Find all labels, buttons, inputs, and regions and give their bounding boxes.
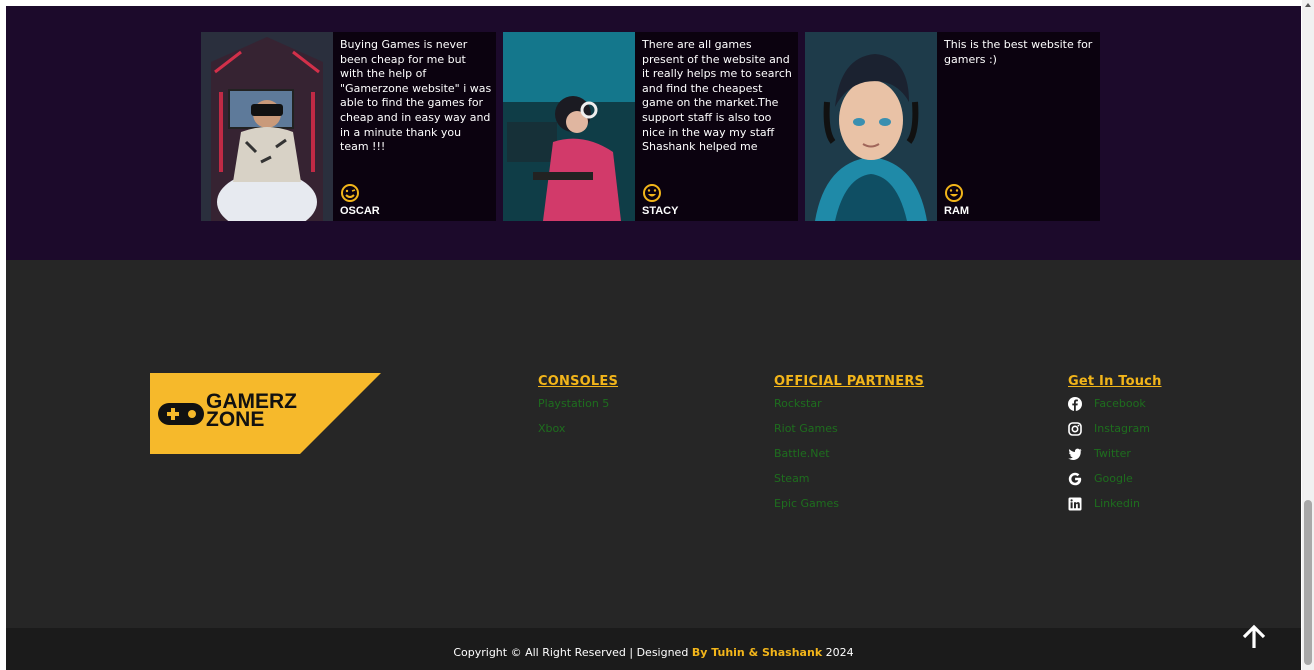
link-instagram[interactable]: Instagram: [1068, 421, 1162, 446]
smile-icon: [643, 184, 661, 202]
link-label: Linkedin: [1094, 497, 1140, 510]
copyright-text: Copyright © All Right Reserved | Designe…: [6, 646, 1301, 659]
linkedin-icon: [1068, 497, 1082, 511]
footer-contact-column: Get In Touch Facebook Instagram Twitter: [1068, 374, 1162, 521]
link-riot-games[interactable]: Riot Games: [774, 421, 924, 446]
smile-wink-icon: [341, 184, 359, 202]
link-google[interactable]: Google: [1068, 471, 1162, 496]
contact-heading: Get In Touch: [1068, 374, 1162, 389]
copyright-year: 2024: [822, 646, 854, 659]
testimonial-card-oscar: Buying Games is never been cheap for me …: [201, 32, 496, 221]
link-steam[interactable]: Steam: [774, 471, 924, 496]
link-twitter[interactable]: Twitter: [1068, 446, 1162, 471]
logo-line-2: ZONE: [206, 408, 265, 431]
link-epic-games[interactable]: Epic Games: [774, 496, 924, 521]
page: Buying Games is never been cheap for me …: [6, 6, 1301, 670]
designer-credit: By Tuhin & Shashank: [691, 646, 823, 659]
partners-heading: OFFICIAL PARTNERS: [774, 374, 925, 389]
link-facebook[interactable]: Facebook: [1068, 396, 1162, 421]
link-label: Google: [1094, 472, 1133, 485]
link-linkedin[interactable]: Linkedin: [1068, 496, 1162, 521]
testimonial-name: OSCAR: [340, 205, 380, 217]
testimonial-card-stacy: There are all games present of the websi…: [503, 32, 798, 221]
avatar-portrait-photo: [805, 32, 937, 221]
link-playstation-5[interactable]: Playstation 5: [538, 396, 618, 421]
gamerz-zone-logo[interactable]: GAMERZ ZONE: [150, 373, 381, 454]
facebook-icon: [1068, 397, 1082, 411]
link-rockstar[interactable]: Rockstar: [774, 396, 924, 421]
gamepad-icon: [158, 403, 204, 425]
scroll-to-top-icon[interactable]: [1239, 622, 1269, 652]
copyright-bar: Copyright © All Right Reserved | Designe…: [6, 628, 1301, 670]
scrollbar-thumb[interactable]: [1304, 500, 1312, 665]
vr-gamer-photo: [201, 32, 333, 221]
testimonial-quote: There are all games present of the websi…: [642, 38, 792, 154]
google-icon: [1068, 472, 1082, 486]
testimonial-quote: This is the best website for gamers :): [944, 38, 1093, 66]
testimonials-section: Buying Games is never been cheap for me …: [6, 6, 1301, 260]
consoles-heading: CONSOLES: [538, 374, 619, 389]
link-xbox[interactable]: Xbox: [538, 421, 618, 446]
copyright-prefix: Copyright © All Right Reserved | Designe…: [453, 646, 692, 659]
page-scrollbar[interactable]: [1302, 0, 1314, 670]
testimonial-quote: Buying Games is never been cheap for me …: [340, 38, 492, 154]
link-label: Twitter: [1094, 447, 1131, 460]
testimonial-card-ram: This is the best website for gamers :) R…: [805, 32, 1100, 221]
link-label: Instagram: [1094, 422, 1150, 435]
instagram-icon: [1068, 422, 1082, 436]
footer-consoles-column: CONSOLES Playstation 5 Xbox: [538, 374, 618, 446]
footer: GAMERZ ZONE CONSOLES Playstation 5 Xbox …: [6, 260, 1301, 628]
footer-partners-column: OFFICIAL PARTNERS Rockstar Riot Games Ba…: [774, 374, 924, 521]
smile-icon: [945, 184, 963, 202]
scroll-up-arrow-icon[interactable]: [1305, 3, 1311, 7]
testimonial-name: STACY: [642, 205, 679, 217]
link-battle-net[interactable]: Battle.Net: [774, 446, 924, 471]
link-label: Facebook: [1094, 397, 1146, 410]
gamer-girl-photo: [503, 32, 635, 221]
twitter-icon: [1068, 447, 1082, 461]
testimonial-name: RAM: [944, 205, 970, 217]
